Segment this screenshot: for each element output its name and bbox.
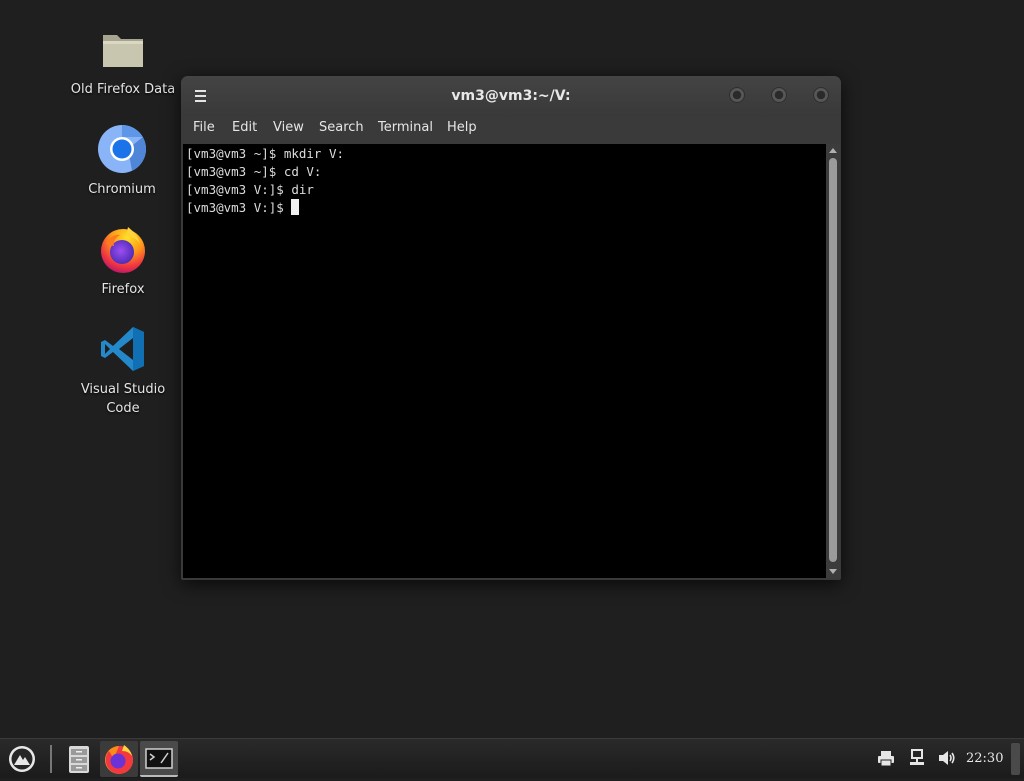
desktop: Old Firefox Data Chromium Firefox Visual…: [0, 0, 1024, 738]
menu-view[interactable]: View: [265, 116, 312, 144]
chromium-icon: [97, 124, 147, 174]
desktop-icon-label: Old Firefox Data: [70, 82, 176, 97]
taskbar-separator: [50, 745, 52, 773]
taskbar: 22:30: [0, 738, 1024, 778]
terminal-line: [vm3@vm3 ~]$ cd V:: [186, 164, 322, 179]
volume-icon[interactable]: [937, 748, 957, 768]
scrollbar-thumb[interactable]: [829, 158, 837, 562]
menu-help[interactable]: Help: [439, 116, 485, 144]
menu-terminal[interactable]: Terminal: [370, 116, 441, 144]
app-menu-button[interactable]: [6, 741, 38, 777]
hamburger-menu-icon[interactable]: [195, 87, 209, 105]
window-titlebar[interactable]: vm3@vm3:~/V:: [181, 76, 841, 116]
close-button[interactable]: [813, 87, 829, 103]
maximize-button[interactable]: [771, 87, 787, 103]
terminal-line: [vm3@vm3 V:]$ dir: [186, 182, 314, 197]
printer-icon[interactable]: [876, 748, 896, 768]
desktop-icon-firefox[interactable]: Firefox: [68, 224, 178, 299]
taskbar-terminal[interactable]: [140, 741, 178, 777]
taskbar-firefox[interactable]: [100, 741, 138, 777]
desktop-icon-label: Chromium: [88, 182, 156, 197]
firefox-icon: [98, 224, 148, 274]
menubar: File Edit View Search Terminal Help: [181, 116, 841, 144]
taskbar-clock[interactable]: 22:30: [966, 739, 1003, 779]
minimize-button[interactable]: [729, 87, 745, 103]
desktop-icon-old-firefox-data[interactable]: Old Firefox Data: [68, 24, 178, 99]
menu-search[interactable]: Search: [311, 116, 372, 144]
terminal-prompt: [vm3@vm3 V:]$: [186, 200, 292, 215]
scroll-down-arrow-icon[interactable]: [829, 569, 837, 574]
folder-icon: [98, 24, 148, 74]
scroll-up-arrow-icon[interactable]: [829, 148, 837, 153]
terminal-output[interactable]: [vm3@vm3 ~]$ mkdir V: [vm3@vm3 ~]$ cd V:…: [183, 144, 826, 578]
menu-edit[interactable]: Edit: [224, 116, 265, 144]
vscode-icon: [98, 324, 148, 374]
terminal-cursor: [291, 199, 300, 215]
desktop-icon-vscode[interactable]: Visual Studio Code: [68, 324, 178, 418]
app-menu-icon: [9, 746, 35, 772]
terminal-line: [vm3@vm3 ~]$ mkdir V:: [186, 146, 345, 161]
taskbar-file-manager[interactable]: [62, 741, 96, 777]
network-icon[interactable]: [907, 748, 927, 768]
menu-file[interactable]: File: [185, 116, 223, 144]
desktop-icon-label: Firefox: [101, 282, 145, 297]
terminal-icon: [145, 748, 173, 769]
terminal-scrollbar[interactable]: [826, 144, 840, 578]
desktop-icon-label: Visual Studio Code: [80, 382, 166, 416]
file-manager-icon: [69, 746, 89, 773]
firefox-icon: [105, 745, 133, 774]
desktop-icon-chromium[interactable]: Chromium: [67, 124, 177, 199]
show-desktop-button[interactable]: [1011, 743, 1020, 775]
terminal-window: vm3@vm3:~/V: File Edit View Search Termi…: [181, 76, 841, 580]
terminal-prompt-line: [vm3@vm3 V:]$: [186, 199, 300, 217]
